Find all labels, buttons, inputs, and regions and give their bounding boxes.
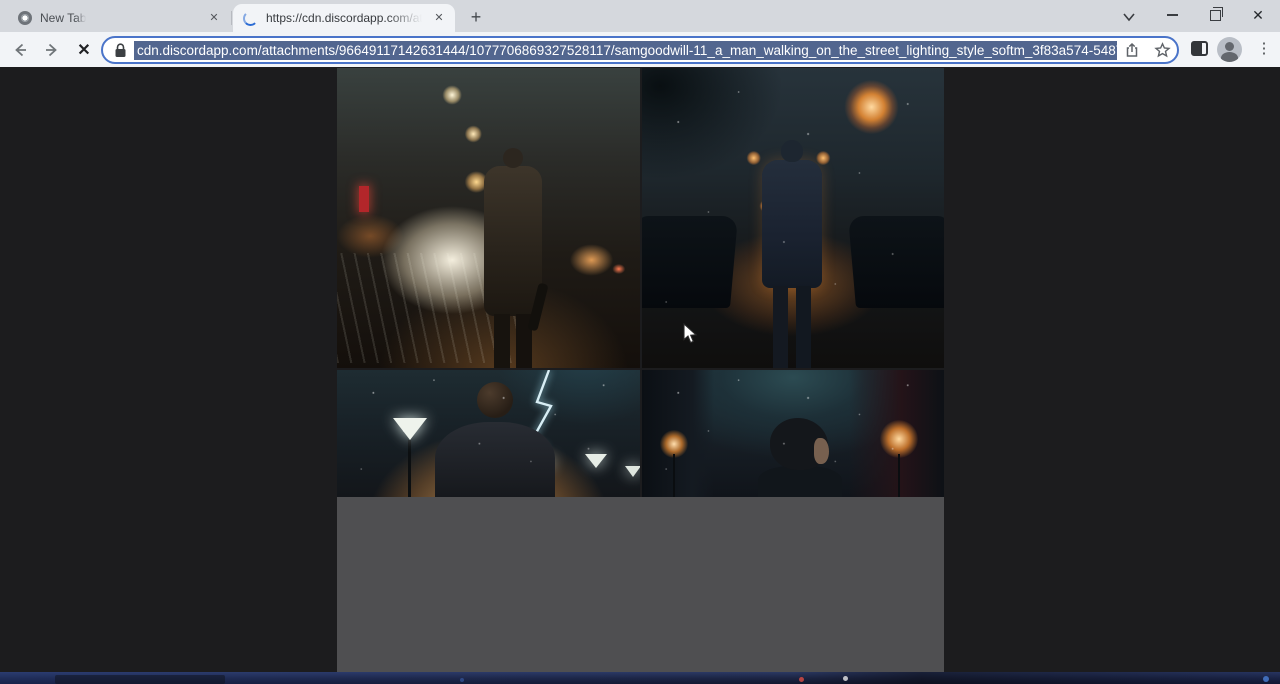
grid-image-top-left: [337, 68, 640, 368]
loading-spinner-icon: [243, 11, 258, 26]
image-loading-placeholder: [337, 497, 944, 672]
restore-button[interactable]: [1198, 0, 1232, 30]
back-button[interactable]: [6, 36, 34, 64]
side-panel-icon[interactable]: [1191, 41, 1208, 56]
taskbar-icon-dot: [460, 678, 464, 682]
titlebar: New Tab ✕ https://cdn.discordapp.com/att…: [0, 0, 1280, 32]
url-bar[interactable]: cdn.discordapp.com/attachments/966491171…: [101, 36, 1179, 64]
forward-button[interactable]: [38, 36, 66, 64]
share-icon[interactable]: [1117, 42, 1147, 59]
tab-new-tab[interactable]: New Tab ✕: [8, 4, 230, 32]
tab-close-icon[interactable]: ✕: [206, 10, 222, 26]
generated-image-grid[interactable]: [337, 68, 944, 672]
grid-image-bottom-left: [337, 370, 640, 497]
toolbar: ✕ cdn.discordapp.com/attachments/9664911…: [0, 32, 1280, 67]
tab-close-icon[interactable]: ✕: [431, 10, 447, 26]
bookmark-star-icon[interactable]: [1147, 42, 1177, 59]
snow-particles: [642, 370, 944, 497]
minimize-icon: [1167, 14, 1178, 16]
tab-title: New Tab: [40, 11, 86, 25]
red-shop-sign: [359, 186, 369, 212]
url-text-container[interactable]: cdn.discordapp.com/attachments/966491171…: [134, 41, 1117, 60]
taskbar-icon-dot: [843, 676, 848, 681]
taskbar-icon-dot: [1263, 676, 1269, 682]
tab-discord-cdn[interactable]: https://cdn.discordapp.com/atta ✕: [233, 4, 455, 32]
tab-title: https://cdn.discordapp.com/atta: [266, 11, 422, 25]
close-window-button[interactable]: ✕: [1241, 0, 1275, 30]
grid-image-bottom-right: [642, 370, 944, 497]
taskbar-icon-dot: [799, 677, 804, 682]
restore-icon: [1210, 10, 1221, 21]
snow-particles: [337, 370, 640, 497]
new-tab-button[interactable]: +: [464, 6, 488, 30]
url-selected-text[interactable]: cdn.discordapp.com/attachments/966491171…: [134, 41, 1117, 60]
minimize-button[interactable]: [1155, 0, 1189, 30]
grid-image-top-right: [642, 68, 944, 368]
lock-icon[interactable]: [114, 43, 127, 58]
tab-search-chevron-icon[interactable]: [1119, 9, 1139, 25]
taskbar-edge[interactable]: [0, 672, 1280, 684]
stop-loading-button[interactable]: ✕: [70, 36, 98, 64]
menu-kebab-icon[interactable]: ⋮: [1252, 37, 1276, 61]
snow-particles: [642, 68, 944, 368]
walking-man-silhouette: [484, 166, 542, 316]
status-bubble-remnant: [55, 675, 225, 684]
chrome-logo-icon: [18, 11, 32, 25]
page-content: [0, 67, 1280, 672]
profile-avatar[interactable]: [1217, 37, 1242, 62]
